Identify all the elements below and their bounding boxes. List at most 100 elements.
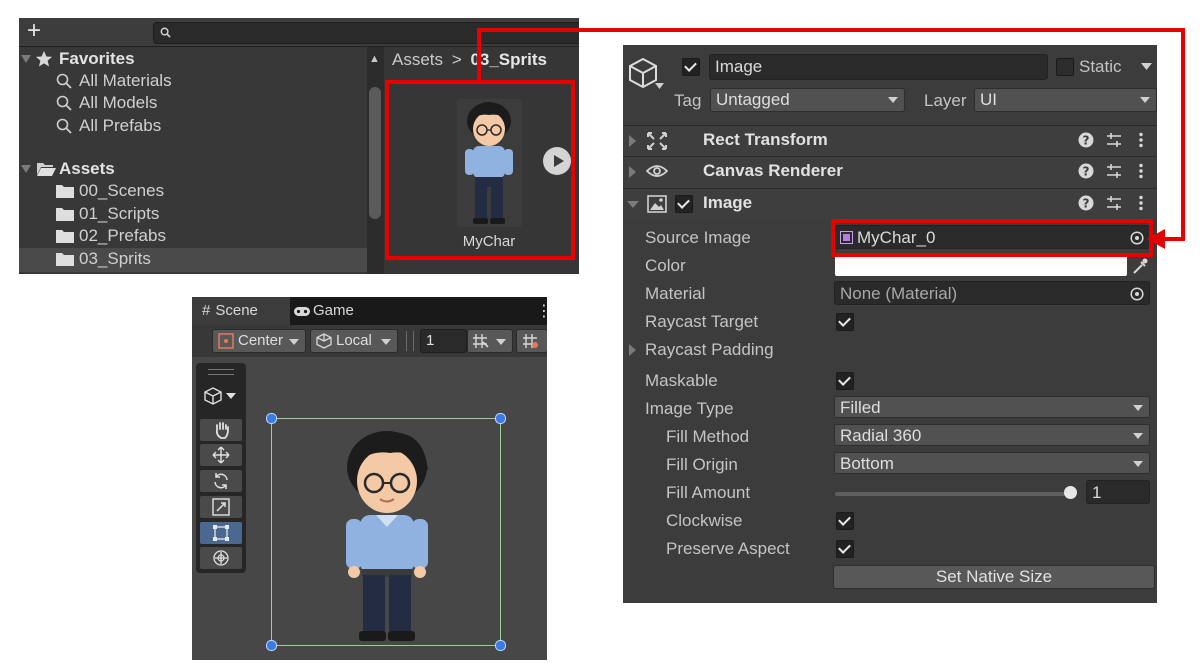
fold-down-icon bbox=[21, 55, 31, 63]
hand-tool-button[interactable] bbox=[200, 419, 242, 441]
space-label: Local bbox=[336, 332, 372, 349]
overlay-drag-handle[interactable] bbox=[208, 369, 234, 375]
source-image-label: Source Image bbox=[645, 228, 751, 247]
kebab-menu-icon[interactable] bbox=[1138, 132, 1144, 148]
image-type-dropdown[interactable]: Filled bbox=[834, 396, 1150, 418]
scale-tool-button[interactable] bbox=[200, 496, 242, 518]
fill-amount-input[interactable]: 1 bbox=[1086, 480, 1150, 504]
breadcrumb-root[interactable]: Assets bbox=[392, 50, 443, 69]
component-title: Rect Transform bbox=[703, 130, 828, 149]
fill-origin-value: Bottom bbox=[840, 454, 894, 473]
component-image[interactable]: Image ? bbox=[623, 188, 1157, 219]
set-native-size-button[interactable]: Set Native Size bbox=[833, 565, 1155, 589]
scale-icon bbox=[212, 498, 230, 516]
chevron-down-icon bbox=[289, 339, 299, 345]
clockwise-checkbox[interactable] bbox=[836, 512, 854, 530]
material-field[interactable]: None (Material) bbox=[834, 281, 1150, 305]
kebab-menu-icon[interactable] bbox=[1138, 195, 1144, 211]
tree-item-all-materials[interactable]: All Materials bbox=[19, 70, 359, 92]
annotation-asset-highlight bbox=[385, 80, 575, 260]
fill-amount-slider-handle[interactable] bbox=[1064, 486, 1077, 499]
fill-amount-slider-track[interactable] bbox=[835, 492, 1071, 496]
static-checkbox[interactable] bbox=[1056, 58, 1074, 76]
annotation-connector-line bbox=[1181, 28, 1185, 241]
search-icon bbox=[160, 27, 171, 38]
rotate-tool-button[interactable] bbox=[200, 470, 242, 492]
help-icon[interactable]: ? bbox=[1078, 163, 1094, 179]
fold-down-icon bbox=[21, 165, 31, 173]
rect-handle-top-left[interactable] bbox=[266, 413, 277, 424]
tool-mode-dropdown[interactable] bbox=[202, 385, 240, 409]
tree-item-all-prefabs[interactable]: All Prefabs bbox=[19, 115, 359, 137]
layer-value: UI bbox=[980, 90, 997, 109]
tree-item-02-prefabs[interactable]: 02_Prefabs bbox=[19, 225, 359, 247]
chevron-down-icon bbox=[496, 339, 506, 345]
kebab-menu-icon[interactable] bbox=[1138, 163, 1144, 179]
raycast-padding-label[interactable]: Raycast Padding bbox=[645, 340, 774, 360]
rect-tool-button[interactable] bbox=[200, 522, 242, 544]
tree-item-label: 03_Sprits bbox=[79, 249, 151, 268]
eyedropper-icon[interactable] bbox=[1132, 257, 1148, 275]
breadcrumb: Assets > 03_Sprits bbox=[392, 50, 547, 70]
pivot-center-dropdown[interactable]: Center bbox=[212, 329, 306, 353]
rect-handle-top-right[interactable] bbox=[495, 413, 506, 424]
preserve-aspect-checkbox[interactable] bbox=[836, 540, 854, 558]
image-picture-icon bbox=[647, 195, 667, 213]
tag-dropdown[interactable]: Untagged bbox=[710, 88, 905, 112]
more-menu-icon[interactable]: ⋮ bbox=[536, 301, 547, 321]
raycast-target-checkbox[interactable] bbox=[836, 313, 854, 331]
move-tool-button[interactable] bbox=[200, 444, 242, 466]
fold-right-icon[interactable] bbox=[629, 344, 636, 356]
chevron-down-icon[interactable] bbox=[1141, 63, 1152, 70]
increment-snap-button[interactable] bbox=[516, 329, 547, 353]
help-icon[interactable]: ? bbox=[1078, 195, 1094, 211]
tree-item-all-models[interactable]: All Models bbox=[19, 92, 359, 114]
tree-item-01-scripts[interactable]: 01_Scripts bbox=[19, 203, 359, 225]
rect-handle-bottom-left[interactable] bbox=[266, 640, 277, 651]
tree-item-03-sprits[interactable]: 03_Sprits bbox=[19, 248, 359, 270]
tree-scrollbar-thumb[interactable] bbox=[369, 87, 381, 219]
rect-handle-bottom-right[interactable] bbox=[495, 640, 506, 651]
grid-snap-icon bbox=[473, 334, 489, 348]
transform-tool-button[interactable] bbox=[200, 547, 242, 569]
rect-transform-icon bbox=[647, 132, 667, 150]
preset-sliders-icon[interactable] bbox=[1106, 195, 1122, 211]
layer-dropdown[interactable]: UI bbox=[974, 88, 1157, 112]
fold-right-icon bbox=[629, 135, 636, 147]
tag-value: Untagged bbox=[716, 90, 790, 109]
color-swatch-field[interactable] bbox=[835, 256, 1127, 276]
object-picker-icon[interactable] bbox=[1130, 287, 1144, 301]
svg-text:?: ? bbox=[1083, 134, 1090, 148]
icon-dropdown-arrow-icon[interactable] bbox=[655, 83, 664, 89]
grid-increment-input[interactable]: 1 bbox=[420, 329, 467, 353]
grid-snap-dropdown[interactable] bbox=[467, 329, 513, 353]
maskable-checkbox[interactable] bbox=[836, 372, 854, 390]
tree-item-label: 01_Scripts bbox=[79, 204, 160, 223]
component-rect-transform[interactable]: Rect Transform ? bbox=[623, 125, 1157, 156]
eye-icon bbox=[646, 165, 668, 177]
preset-sliders-icon[interactable] bbox=[1106, 163, 1122, 179]
preset-sliders-icon[interactable] bbox=[1106, 132, 1122, 148]
fill-method-label: Fill Method bbox=[666, 427, 750, 446]
rect-selection-outline[interactable] bbox=[266, 413, 506, 651]
create-button[interactable]: + bbox=[23, 19, 45, 43]
project-search-input[interactable] bbox=[153, 22, 579, 44]
fill-method-dropdown[interactable]: Radial 360 bbox=[834, 424, 1150, 446]
tree-item-favorites[interactable]: Favorites bbox=[19, 48, 359, 70]
space-local-dropdown[interactable]: Local bbox=[310, 329, 398, 353]
help-icon[interactable]: ? bbox=[1078, 132, 1094, 148]
scroll-up-arrow-icon[interactable]: ▲ bbox=[369, 53, 380, 65]
component-canvas-renderer[interactable]: Canvas Renderer ? bbox=[623, 156, 1157, 187]
fill-origin-dropdown[interactable]: Bottom bbox=[834, 452, 1150, 474]
tree-item-00-scenes[interactable]: 00_Scenes bbox=[19, 180, 359, 202]
active-toggle-checkbox[interactable] bbox=[682, 58, 700, 76]
breadcrumb-current[interactable]: 03_Sprits bbox=[470, 50, 547, 69]
fill-amount-label: Fill Amount bbox=[666, 483, 751, 502]
object-name-input[interactable]: Image bbox=[709, 54, 1048, 80]
tab-scene[interactable]: # Scene bbox=[192, 297, 290, 325]
material-label: Material bbox=[645, 284, 706, 303]
image-enabled-checkbox[interactable] bbox=[675, 195, 693, 213]
chevron-down-icon bbox=[1133, 405, 1143, 411]
tab-game[interactable]: Game bbox=[284, 297, 384, 325]
tree-item-assets[interactable]: Assets bbox=[19, 158, 359, 180]
